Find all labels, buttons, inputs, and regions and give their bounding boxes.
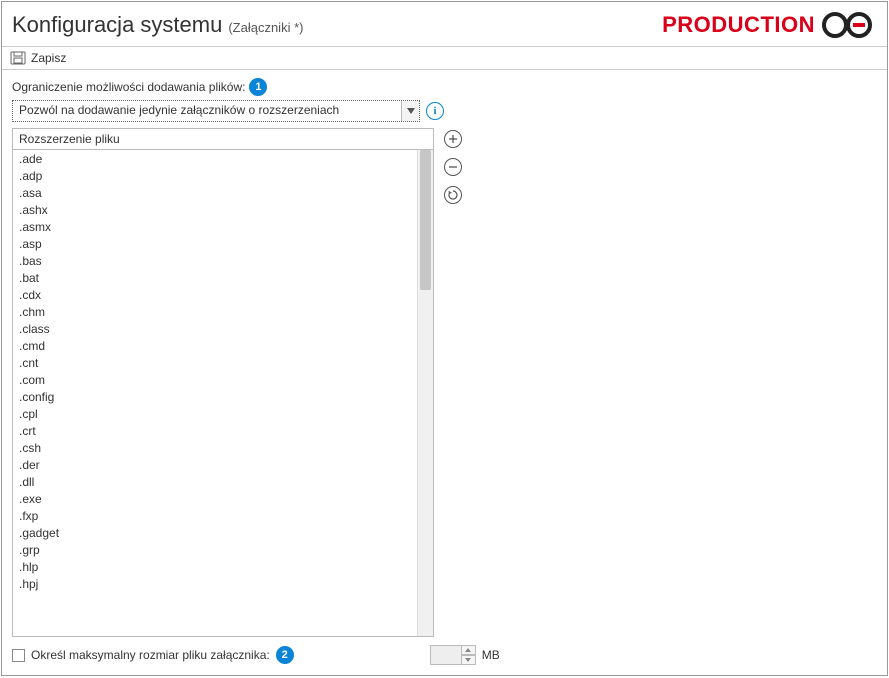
table-row[interactable]: .config xyxy=(13,388,417,405)
table-row[interactable]: .com xyxy=(13,371,417,388)
max-size-label: Określ maksymalny rozmiar pliku załączni… xyxy=(31,648,270,662)
table-row[interactable]: .grp xyxy=(13,541,417,558)
table-row[interactable]: .hpj xyxy=(13,575,417,592)
save-button[interactable]: Zapisz xyxy=(31,51,66,65)
remove-button[interactable] xyxy=(444,158,462,176)
table-row[interactable]: .chm xyxy=(13,303,417,320)
spinner-up-icon[interactable] xyxy=(462,645,476,655)
table-row[interactable]: .asa xyxy=(13,184,417,201)
table-row[interactable]: .hlp xyxy=(13,558,417,575)
table-row[interactable]: .asp xyxy=(13,235,417,252)
table-row[interactable]: .fxp xyxy=(13,507,417,524)
brand-logo-icon xyxy=(819,10,877,40)
table-row[interactable]: .bat xyxy=(13,269,417,286)
brand-text: PRODUCTION xyxy=(662,12,815,38)
refresh-button[interactable] xyxy=(444,186,462,204)
restriction-label: Ograniczenie możliwości dodawania plików… xyxy=(12,80,245,94)
restriction-combobox-value: Pozwól na dodawanie jedynie załączników … xyxy=(13,101,401,121)
brand: PRODUCTION xyxy=(662,10,877,40)
table-row[interactable]: .asmx xyxy=(13,218,417,235)
table-row[interactable]: .cdx xyxy=(13,286,417,303)
table-row[interactable]: .ade xyxy=(13,150,417,167)
chevron-down-icon[interactable] xyxy=(401,101,419,121)
annotation-badge-2: 2 xyxy=(276,646,294,664)
table-row[interactable]: .cnt xyxy=(13,354,417,371)
annotation-badge-1: 1 xyxy=(249,78,267,96)
max-size-checkbox[interactable] xyxy=(12,649,25,662)
table-row[interactable]: .cmd xyxy=(13,337,417,354)
table-row[interactable]: .csh xyxy=(13,439,417,456)
page-title: Konfiguracja systemu xyxy=(12,12,222,38)
extensions-column-header[interactable]: Rozszerzenie pliku xyxy=(13,129,433,150)
max-size-unit: MB xyxy=(482,648,500,662)
max-size-input[interactable] xyxy=(430,645,462,665)
table-row[interactable]: .bas xyxy=(13,252,417,269)
table-row[interactable]: .dll xyxy=(13,473,417,490)
restriction-combobox[interactable]: Pozwól na dodawanie jedynie załączników … xyxy=(12,100,420,122)
table-row[interactable]: .adp xyxy=(13,167,417,184)
info-icon[interactable]: i xyxy=(426,102,444,120)
table-row[interactable]: .gadget xyxy=(13,524,417,541)
table-row[interactable]: .exe xyxy=(13,490,417,507)
spinner-down-icon[interactable] xyxy=(462,655,476,665)
scrollbar-thumb[interactable] xyxy=(420,150,431,290)
add-button[interactable] xyxy=(444,130,462,148)
table-row[interactable]: .cpl xyxy=(13,405,417,422)
scrollbar[interactable] xyxy=(417,150,433,636)
table-row[interactable]: .crt xyxy=(13,422,417,439)
table-row[interactable]: .class xyxy=(13,320,417,337)
table-row[interactable]: .der xyxy=(13,456,417,473)
table-row[interactable]: .ashx xyxy=(13,201,417,218)
page-subtitle: (Załączniki *) xyxy=(228,20,303,35)
max-size-spinner[interactable] xyxy=(430,645,476,665)
save-icon[interactable] xyxy=(10,51,26,65)
extensions-table: Rozszerzenie pliku .ade.adp.asa.ashx.asm… xyxy=(12,128,434,637)
extensions-list[interactable]: .ade.adp.asa.ashx.asmx.asp.bas.bat.cdx.c… xyxy=(13,150,417,636)
toolbar: Zapisz xyxy=(2,46,887,70)
